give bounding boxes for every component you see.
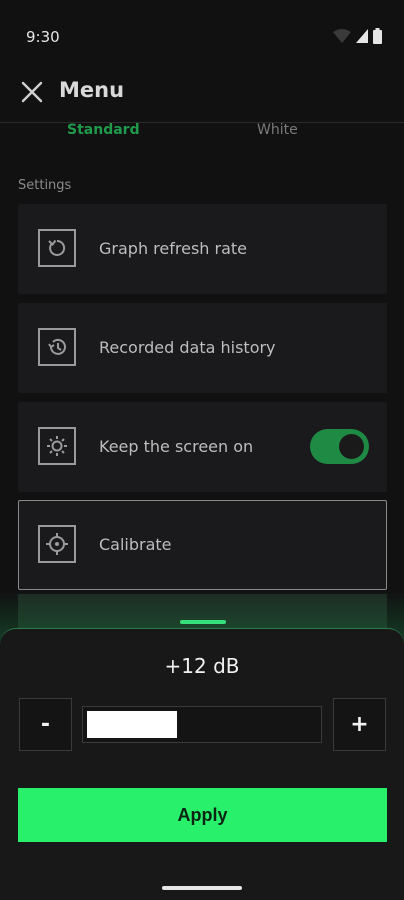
settings-item-label: Calibrate <box>99 535 172 554</box>
tab-standard[interactable]: Standard <box>67 122 140 138</box>
page-title: Menu <box>59 78 125 102</box>
decrease-button[interactable]: - <box>19 698 72 751</box>
target-icon <box>38 525 76 563</box>
toggle-knob <box>339 434 364 459</box>
keep-screen-on-toggle[interactable] <box>310 429 369 464</box>
status-time: 9:30 <box>26 28 60 46</box>
refresh-icon <box>38 229 76 267</box>
status-icons <box>333 28 382 44</box>
close-icon[interactable] <box>18 78 46 106</box>
tab-white[interactable]: White <box>257 122 298 138</box>
settings-item-label: Graph refresh rate <box>99 239 247 258</box>
wifi-icon <box>333 29 351 43</box>
sheet-drag-handle[interactable] <box>180 620 226 624</box>
settings-item-graph-refresh-rate[interactable]: Graph refresh rate <box>18 204 387 294</box>
brightness-icon <box>38 427 76 465</box>
increase-button[interactable]: + <box>333 698 386 751</box>
settings-section-label: Settings <box>18 178 72 193</box>
calibration-slider[interactable] <box>82 706 322 743</box>
slider-fill <box>87 711 177 738</box>
settings-item-label: Recorded data history <box>99 338 276 357</box>
plus-icon: + <box>350 712 369 737</box>
calibration-value: +12 dB <box>164 654 240 678</box>
apply-button[interactable]: Apply <box>18 788 387 842</box>
settings-item-label: Keep the screen on <box>99 437 254 456</box>
minus-icon: - <box>40 712 51 737</box>
history-icon <box>38 328 76 366</box>
settings-item-recorded-data-history[interactable]: Recorded data history <box>18 303 387 393</box>
settings-item-calibrate[interactable]: Calibrate <box>18 500 387 590</box>
signal-icon <box>356 29 368 43</box>
gesture-nav-bar[interactable] <box>162 886 242 890</box>
battery-icon <box>373 28 382 44</box>
